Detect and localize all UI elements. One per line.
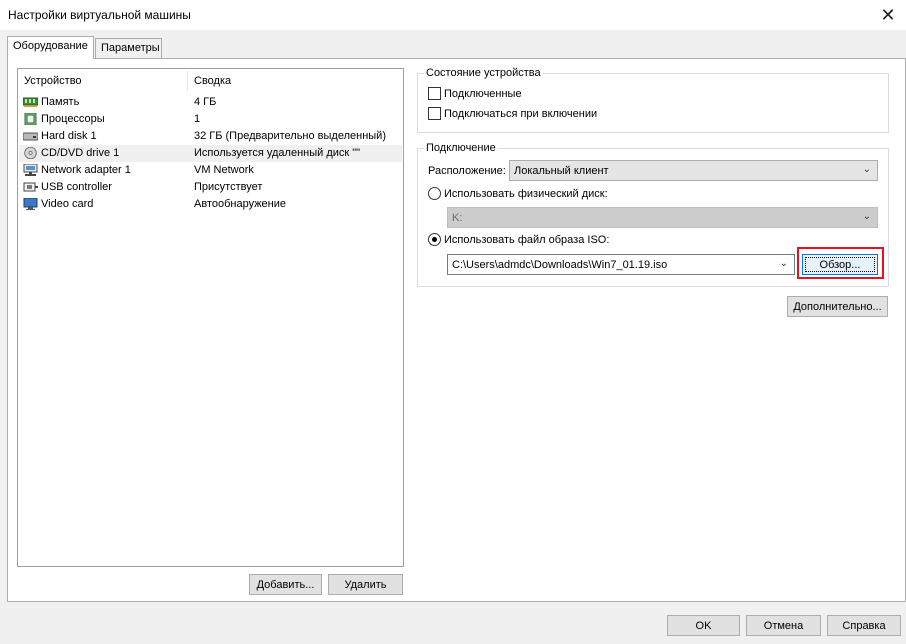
- help-button[interactable]: Справка: [827, 615, 901, 636]
- column-header-device[interactable]: Устройство: [24, 75, 82, 87]
- physical-drive-value: K:: [452, 212, 463, 224]
- device-row-hard-disk[interactable]: Hard disk 1 32 ГБ (Предварительно выделе…: [19, 128, 402, 145]
- device-name: Network adapter 1: [41, 164, 131, 176]
- cancel-button[interactable]: Отмена: [746, 615, 821, 636]
- monitor-icon: [23, 198, 38, 210]
- connect-at-power-on-label[interactable]: Подключаться при включении: [444, 108, 597, 120]
- iso-image-label[interactable]: Использовать файл образа ISO:: [444, 234, 609, 246]
- iso-path-value: C:\Users\admdc\Downloads\Win7_01.19.iso: [452, 259, 668, 271]
- device-list[interactable]: Устройство Сводка Память 4 ГБ Процессоры…: [17, 68, 404, 567]
- location-select[interactable]: Локальный клиент ⌄: [509, 160, 878, 181]
- device-summary: 4 ГБ: [194, 96, 217, 108]
- device-row-network-adapter[interactable]: Network adapter 1 VM Network: [19, 162, 402, 179]
- device-name: USB controller: [41, 181, 112, 193]
- iso-path-combobox[interactable]: C:\Users\admdc\Downloads\Win7_01.19.iso …: [447, 254, 795, 275]
- device-name: CD/DVD drive 1: [41, 147, 120, 159]
- device-summary: 1: [194, 113, 201, 125]
- usb-controller-icon: [23, 182, 38, 192]
- device-row-usb-controller[interactable]: USB controller Присутствует: [19, 179, 402, 196]
- memory-icon: [23, 97, 38, 107]
- add-button[interactable]: Добавить...: [249, 574, 322, 595]
- location-label: Расположение:: [428, 165, 506, 177]
- ok-button[interactable]: OK: [667, 615, 740, 636]
- browse-button[interactable]: Обзор...: [802, 254, 878, 275]
- device-summary: Присутствует: [194, 181, 263, 193]
- chevron-down-icon: ⌄: [862, 164, 871, 175]
- device-name: Память: [41, 96, 80, 108]
- connection-title: Подключение: [424, 142, 498, 154]
- physical-drive-select[interactable]: K: ⌄: [447, 207, 878, 228]
- tab-hardware[interactable]: Оборудование: [7, 36, 94, 59]
- hard-disk-icon: [23, 132, 38, 141]
- device-summary: Автообнаружение: [194, 198, 287, 210]
- cpu-icon: [24, 113, 37, 125]
- device-row-cd-dvd[interactable]: CD/DVD drive 1 Используется удаленный ди…: [19, 145, 402, 162]
- chevron-down-icon: ⌄: [862, 211, 871, 222]
- device-row-video-card[interactable]: Video card Автообнаружение: [19, 196, 402, 213]
- column-header-summary[interactable]: Сводка: [194, 75, 231, 87]
- iso-image-radio[interactable]: [428, 233, 441, 246]
- remove-button[interactable]: Удалить: [328, 574, 403, 595]
- network-adapter-icon: [23, 164, 38, 176]
- device-name: Video card: [41, 198, 94, 210]
- column-separator[interactable]: [187, 71, 188, 91]
- connected-label[interactable]: Подключенные: [444, 88, 522, 100]
- close-icon[interactable]: ✕: [870, 0, 906, 30]
- device-row-memory[interactable]: Память 4 ГБ: [19, 94, 402, 111]
- connect-at-power-on-checkbox[interactable]: [428, 107, 441, 120]
- tab-options[interactable]: Параметры: [95, 38, 162, 58]
- device-name: Процессоры: [41, 113, 105, 125]
- title-bar: Настройки виртуальной машины ✕: [0, 0, 906, 30]
- device-row-processors[interactable]: Процессоры 1: [19, 111, 402, 128]
- physical-drive-radio[interactable]: [428, 187, 441, 200]
- advanced-button[interactable]: Дополнительно...: [787, 296, 888, 317]
- device-summary: Используется удаленный диск "": [194, 147, 361, 159]
- device-status-group: [417, 73, 889, 133]
- device-name: Hard disk 1: [41, 130, 97, 142]
- device-status-title: Состояние устройства: [424, 67, 543, 79]
- window-title: Настройки виртуальной машины: [8, 8, 191, 22]
- chevron-down-icon: ⌄: [779, 258, 788, 269]
- connected-checkbox[interactable]: [428, 87, 441, 100]
- cd-dvd-icon: [24, 147, 37, 159]
- device-summary: VM Network: [194, 164, 254, 176]
- physical-drive-label[interactable]: Использовать физический диск:: [444, 188, 608, 200]
- device-summary: 32 ГБ (Предварительно выделенный): [194, 130, 386, 142]
- location-value: Локальный клиент: [514, 165, 609, 177]
